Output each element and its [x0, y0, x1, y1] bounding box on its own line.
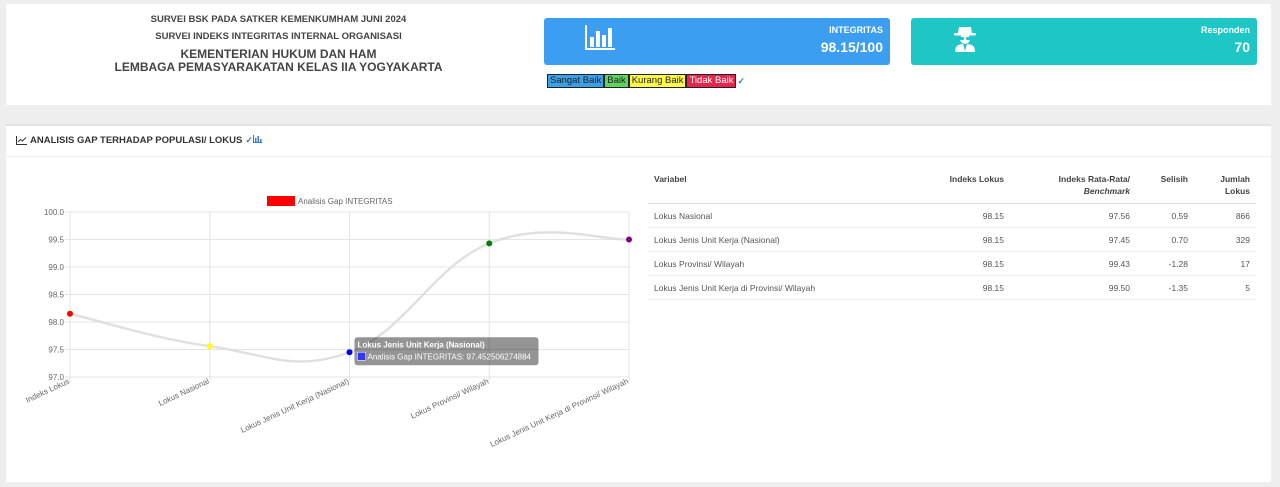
- data-point: [206, 343, 213, 350]
- table-row: Lokus Nasional 98.15 97.56 0.59 866: [648, 203, 1256, 228]
- cell-variabel: Lokus Jenis Unit Kerja di Provinsi/ Wila…: [648, 275, 880, 300]
- cell-selisih: 0.59: [1136, 203, 1194, 228]
- survey-title-block: SURVEI BSK PADA SATKER KEMENKUMHAM JUNI …: [106, 14, 451, 74]
- y-tick-label: 98.0: [48, 318, 64, 327]
- cell-jumlah: 866: [1194, 203, 1256, 228]
- y-tick-label: 100.0: [44, 208, 65, 217]
- legend-sangat-baik: Sangat Baik: [547, 74, 605, 88]
- cell-jumlah: 17: [1194, 251, 1256, 276]
- y-tick-label: 99.5: [48, 236, 64, 245]
- integritas-card: INTEGRITAS 98.15/100: [544, 18, 890, 65]
- cell-selisih: 0.70: [1136, 227, 1194, 252]
- cell-indeks: 98.15: [880, 227, 1010, 252]
- cell-variabel: Lokus Jenis Unit Kerja (Nasional): [648, 227, 880, 252]
- table-row: Lokus Jenis Unit Kerja di Provinsi/ Wila…: [648, 275, 1256, 300]
- chart-toggle-icon[interactable]: ✓: [245, 135, 265, 146]
- cell-rata: 97.45: [1010, 227, 1136, 252]
- category-legend: Sangat Baik Baik Kurang Baik Tidak Baik …: [547, 74, 745, 88]
- legend-label: Analisis Gap INTEGRITAS: [298, 197, 393, 206]
- cell-jumlah: 329: [1194, 227, 1256, 252]
- section-title: ANALISIS GAP TERHADAP POPULASI/ LOKUS: [30, 135, 243, 146]
- cell-indeks: 98.15: [880, 203, 1010, 228]
- col-variabel: Variabel: [648, 167, 880, 204]
- user-secret-icon: [953, 25, 977, 58]
- header-divider: [6, 156, 1271, 157]
- data-point: [626, 236, 632, 243]
- tooltip-title: Lokus Jenis Unit Kerja (Nasional): [358, 340, 485, 349]
- col-rata-rata: Indeks Rata-Rata/Benchmark: [1010, 167, 1136, 204]
- cell-jumlah: 5: [1194, 275, 1256, 300]
- unit-name: LEMBAGA PEMASYARAKATAN KELAS IIA YOGYAKA…: [114, 60, 443, 74]
- chevron-down-icon[interactable]: ✓: [737, 74, 745, 88]
- cell-rata: 97.56: [1010, 203, 1136, 228]
- cell-indeks: 98.15: [880, 251, 1010, 276]
- survey-title-line1: SURVEI BSK PADA SATKER KEMENKUMHAM JUNI …: [150, 14, 407, 25]
- cell-variabel: Lokus Provinsi/ Wilayah: [648, 251, 880, 276]
- cell-variabel: Lokus Nasional: [648, 203, 880, 228]
- gap-table: Variabel Indeks Lokus Indeks Rata-Rata/B…: [648, 167, 1256, 300]
- col-jumlah-lokus: Jumlah Lokus: [1194, 167, 1256, 204]
- y-tick-label: 97.5: [48, 346, 64, 355]
- legend-baik: Baik: [604, 74, 629, 88]
- col-selisih: Selisih: [1136, 167, 1194, 204]
- table-header-row: Variabel Indeks Lokus Indeks Rata-Rata/B…: [648, 167, 1256, 204]
- responden-value: 70: [1234, 39, 1250, 55]
- table-row: Lokus Jenis Unit Kerja (Nasional) 98.15 …: [648, 227, 1256, 252]
- legend-kurang-baik: Kurang Baik: [628, 74, 687, 88]
- data-point: [346, 349, 353, 356]
- responden-card: Responden 70: [911, 18, 1257, 65]
- bar-chart-icon: [584, 25, 616, 56]
- x-tick-label: Lokus Jenis Unit Kerja (Nasional): [239, 377, 350, 435]
- section-header: ANALISIS GAP TERHADAP POPULASI/ LOKUS ✓: [16, 135, 265, 146]
- cell-indeks: 98.15: [880, 275, 1010, 300]
- line-chart-icon: [16, 136, 27, 145]
- cell-rata: 99.50: [1010, 275, 1136, 300]
- integritas-label: INTEGRITAS: [829, 25, 883, 35]
- table-row: Lokus Provinsi/ Wilayah 98.15 99.43 -1.2…: [648, 251, 1256, 276]
- x-tick-label: Lokus Provinsi/ Wilayah: [409, 377, 490, 421]
- data-point: [486, 240, 493, 247]
- x-tick-label: Lokus Jenis Unit Kerja di Provinsi/ Wila…: [489, 377, 630, 449]
- col-indeks-lokus: Indeks Lokus: [880, 167, 1010, 204]
- legend-tidak-baik: Tidak Baik: [686, 74, 737, 88]
- responden-label: Responden: [1200, 25, 1250, 35]
- gap-analysis-panel: ANALISIS GAP TERHADAP POPULASI/ LOKUS ✓ …: [6, 124, 1271, 482]
- cell-selisih: -1.28: [1136, 251, 1194, 276]
- integritas-value: 98.15/100: [820, 39, 883, 55]
- tooltip-body: Analisis Gap INTEGRITAS: 97.452506274884: [368, 352, 532, 361]
- survey-title-line2: SURVEI INDEKS INTEGRITAS INTERNAL ORGANI…: [155, 31, 402, 42]
- summary-panel: SURVEI BSK PADA SATKER KEMENKUMHAM JUNI …: [6, 4, 1271, 105]
- tooltip-swatch: [357, 352, 366, 361]
- x-tick-label: Lokus Nasional: [157, 377, 211, 408]
- y-tick-label: 99.0: [48, 263, 64, 272]
- legend-swatch: [267, 196, 295, 206]
- data-point: [67, 310, 73, 317]
- cell-rata: 99.43: [1010, 251, 1136, 276]
- cell-selisih: -1.35: [1136, 275, 1194, 300]
- y-tick-label: 98.5: [48, 291, 64, 300]
- gap-line-chart: 100.099.599.098.598.097.597.0Indeks Loku…: [24, 196, 632, 449]
